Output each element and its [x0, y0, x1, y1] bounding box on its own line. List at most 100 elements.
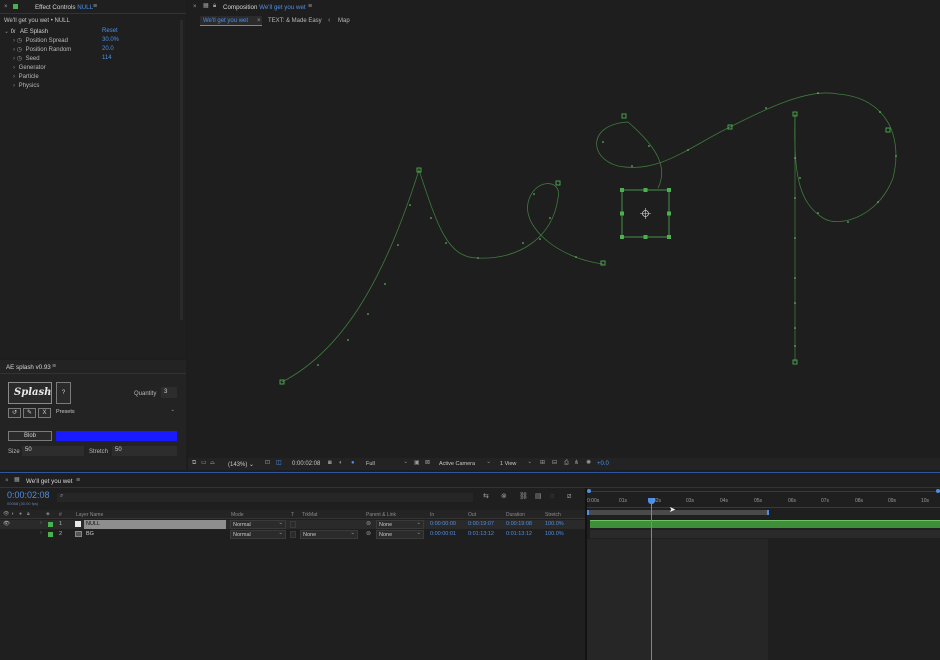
channel-icon[interactable]: ◐ — [339, 460, 343, 467]
property-row-seed[interactable]: › ◷ Seed — [13, 55, 40, 62]
property-row-position-random[interactable]: › ◷ Position Random — [13, 46, 71, 53]
layer-search-input[interactable]: ⌕ — [57, 493, 473, 502]
zoom-slider-start[interactable] — [587, 489, 591, 493]
transparency-grid-icon[interactable]: ⊠ — [425, 460, 430, 467]
camera-icon[interactable]: ◙ — [328, 460, 332, 467]
chevron-down-icon[interactable]: ⌄ — [4, 29, 9, 35]
frame-blending-icon[interactable]: ▤ — [535, 493, 542, 500]
stretch-input[interactable]: 50 — [112, 446, 177, 456]
flowchart-icon[interactable]: ⋔ — [574, 460, 579, 467]
roi-icon[interactable]: ▣ — [414, 460, 420, 467]
chevron-right-icon[interactable]: › — [13, 83, 15, 89]
parent-dropdown[interactable]: None — [376, 529, 424, 539]
layer-bar-bg[interactable] — [590, 530, 940, 538]
reset-link[interactable]: Reset — [102, 28, 118, 34]
panel-menu-icon[interactable]: ≡ — [308, 3, 312, 10]
in-point[interactable]: 0:00:00:00 — [430, 521, 456, 527]
toggle-pixel-icon[interactable]: ⊞ — [540, 460, 545, 467]
comp-tab-map[interactable]: Map — [338, 18, 350, 24]
chevron-right-icon[interactable]: › — [13, 74, 15, 80]
graph-editor-icon[interactable]: ⧄ — [567, 493, 571, 500]
panel-menu-icon[interactable]: ≡ — [76, 477, 80, 484]
effect-header-row[interactable]: ⌄ fx AE Splash — [4, 28, 48, 35]
composition-mini-flowchart-icon[interactable]: ⇆ — [483, 493, 489, 500]
layer-name[interactable]: BG — [86, 531, 94, 537]
in-point[interactable]: 0:00:00:01 — [430, 531, 456, 537]
effect-controls-tab-title[interactable]: Effect Controls NULL — [35, 4, 93, 11]
chevron-right-icon[interactable]: › — [40, 530, 42, 536]
draft-3d-icon[interactable]: ⊗ — [501, 493, 507, 500]
chevron-left-icon[interactable]: ‹ — [328, 17, 330, 24]
audio-icon[interactable]: ◖ — [11, 511, 14, 517]
shy-icon[interactable]: ⛓︎ — [519, 493, 528, 500]
stretch-value[interactable]: 100.0% — [545, 521, 564, 527]
delete-button[interactable]: X — [38, 408, 51, 418]
parent-dropdown[interactable]: None — [376, 519, 424, 529]
lock-icon[interactable]: 🔒︎ — [27, 511, 30, 517]
property-value[interactable]: 30.0% — [102, 37, 119, 43]
chevron-right-icon[interactable]: › — [13, 47, 15, 53]
property-value[interactable]: 20.0 — [102, 46, 114, 52]
exposure-value[interactable]: +0.0 — [597, 461, 609, 467]
composition-viewer[interactable] — [188, 28, 940, 456]
color-icon[interactable]: ● — [351, 460, 355, 467]
region-icon[interactable]: ◫ — [276, 460, 282, 467]
panel-menu-icon[interactable]: ≡ — [52, 363, 56, 370]
preserve-transparency-toggle[interactable] — [290, 521, 296, 528]
size-input[interactable]: 50 — [22, 446, 84, 456]
duration-value[interactable]: 0:00:19:08 — [506, 521, 532, 527]
splash-logo-button[interactable]: Splash — [8, 382, 52, 404]
work-area-bar[interactable] — [587, 510, 769, 515]
solo-icon[interactable]: ● — [19, 511, 22, 517]
resolution-dropdown[interactable]: Full — [364, 458, 410, 469]
effect-controls-scrollbar[interactable] — [180, 20, 183, 320]
always-preview-icon[interactable]: ⧉ — [192, 460, 196, 467]
snapshot-icon[interactable]: ⎙ — [564, 460, 569, 467]
layer-name-field[interactable]: NULL — [84, 520, 226, 529]
view-layout-dropdown[interactable]: 1 View — [498, 458, 534, 469]
edit-button[interactable]: ✎ — [23, 408, 36, 418]
visibility-eye-icon[interactable]: 👁︎ — [3, 521, 10, 527]
vr-icon[interactable]: ⌓ — [210, 460, 215, 467]
preserve-transparency-toggle[interactable] — [290, 531, 296, 538]
stopwatch-icon[interactable]: ◷ — [17, 38, 22, 44]
eye-icon[interactable]: 👁︎ — [3, 511, 9, 517]
chevron-right-icon[interactable]: › — [13, 56, 15, 62]
presets-dropdown[interactable]: Presets — [54, 406, 177, 418]
close-tab-icon[interactable]: × — [257, 18, 261, 25]
composition-tab-title[interactable]: Composition We'll get you wet — [223, 4, 306, 11]
exposure-icon[interactable]: ✺ — [586, 460, 591, 467]
zoom-dropdown[interactable]: (143%) ⌄ — [228, 461, 254, 468]
refresh-button[interactable]: ↺ — [8, 408, 21, 418]
motion-blur-icon[interactable]: ◌ — [550, 493, 554, 500]
monitor-icon[interactable]: ▭ — [201, 460, 207, 467]
chevron-right-icon[interactable]: › — [13, 38, 15, 44]
comp-tab-text-made-easy[interactable]: TEXT: & Made Easy — [268, 18, 322, 24]
property-row-position-spread[interactable]: › ◷ Position Spread — [13, 37, 68, 44]
chevron-right-icon[interactable]: › — [13, 65, 15, 71]
pick-whip-icon[interactable]: ⊚ — [366, 521, 371, 528]
out-point[interactable]: 0:00:19:07 — [468, 521, 494, 527]
null-layer-handles[interactable] — [620, 188, 671, 239]
panel-menu-icon[interactable]: ≡ — [93, 3, 97, 10]
stretch-value[interactable]: 100.0% — [545, 531, 564, 537]
stopwatch-icon[interactable]: ◷ — [17, 47, 22, 53]
layer-label-color[interactable] — [48, 522, 53, 527]
timeline-tab-title[interactable]: We'll get you wet — [26, 478, 72, 485]
close-icon[interactable]: × — [4, 4, 8, 11]
blob-button[interactable]: Blob — [8, 431, 52, 441]
close-icon[interactable]: × — [193, 4, 197, 11]
help-button[interactable]: ? — [56, 382, 71, 404]
viewer-timecode[interactable]: 0:00:02:08 — [292, 461, 320, 467]
mode-dropdown[interactable]: Normal — [230, 519, 286, 529]
layer-bar-null[interactable] — [590, 520, 940, 528]
ae-splash-tab-title[interactable]: AE splash v0.93 — [6, 364, 51, 371]
reset-exposure-icon[interactable]: ⊟ — [552, 460, 557, 467]
table-row[interactable]: › 2 BG Normal None ⊚ None 0:00:00:01 0:0… — [0, 529, 585, 539]
trkmat-dropdown[interactable]: None — [300, 529, 358, 539]
close-icon[interactable]: × — [5, 478, 9, 485]
pick-whip-icon[interactable]: ⊚ — [366, 531, 371, 538]
group-row-generator[interactable]: › Generator — [13, 65, 46, 71]
blob-color-swatch[interactable] — [56, 431, 177, 441]
duration-value[interactable]: 0:01:13:12 — [506, 531, 532, 537]
